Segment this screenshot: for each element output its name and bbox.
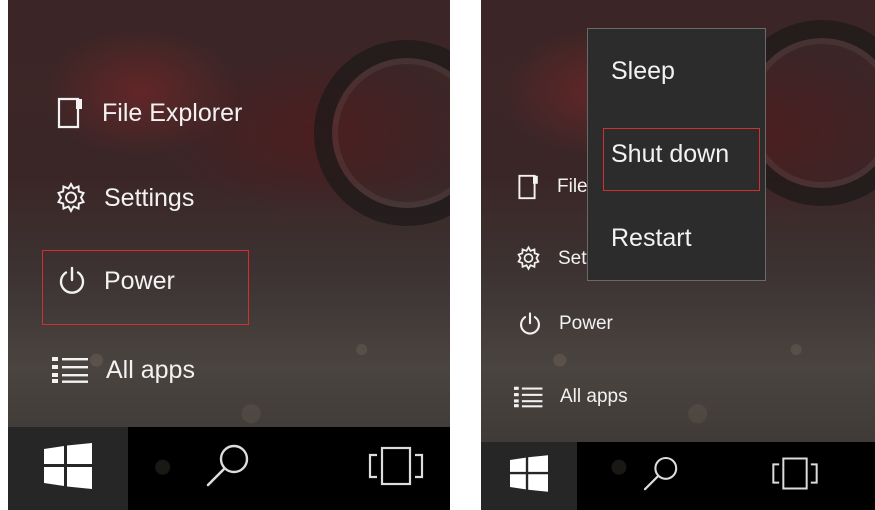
- menu-item-label: All apps: [560, 386, 628, 407]
- background-wheel: [314, 40, 450, 226]
- power-highlight-box: [42, 250, 249, 325]
- taskbar: [481, 442, 875, 510]
- gear-icon: [54, 181, 88, 215]
- list-icon: [52, 355, 90, 385]
- menu-item-label: All apps: [106, 355, 195, 384]
- windows-logo-icon: [44, 443, 92, 494]
- power-option-sleep[interactable]: Sleep: [611, 57, 675, 86]
- task-view-button[interactable]: [763, 442, 827, 510]
- menu-item-label: Settings: [104, 183, 195, 212]
- menu-item-settings[interactable]: Settings: [54, 181, 194, 215]
- search-icon: [203, 441, 253, 496]
- power-option-restart[interactable]: Restart: [611, 224, 692, 253]
- menu-item-all-apps[interactable]: All apps: [52, 355, 195, 385]
- taskbar: [8, 427, 450, 510]
- search-button[interactable]: [193, 427, 263, 510]
- gear-icon: [515, 245, 542, 272]
- start-menu-left: File Explorer Settings Power All apps: [8, 0, 450, 510]
- power-option-label: Sleep: [611, 57, 675, 85]
- power-option-label: Restart: [611, 224, 692, 252]
- start-button[interactable]: [8, 427, 128, 510]
- file-explorer-icon: [56, 97, 86, 129]
- task-view-icon: [366, 445, 426, 492]
- power-options-menu: Sleep Shut down Restart: [587, 28, 766, 281]
- menu-item-file-explorer[interactable]: File Explorer: [56, 97, 242, 129]
- menu-item-label: Power: [559, 313, 613, 334]
- shut-down-highlight-box: [603, 128, 760, 191]
- file-explorer-icon: [517, 174, 541, 200]
- menu-item-power[interactable]: Power: [517, 311, 613, 337]
- menu-item-all-apps[interactable]: All apps: [514, 385, 628, 409]
- task-view-button[interactable]: [358, 427, 433, 510]
- search-icon: [641, 454, 681, 499]
- task-view-icon: [770, 456, 820, 496]
- list-icon: [514, 385, 544, 409]
- search-button[interactable]: [631, 442, 691, 510]
- start-menu-right: File Explorer Settings Power: [481, 0, 875, 510]
- menu-item-label: File Explorer: [102, 98, 243, 127]
- start-button[interactable]: [481, 442, 577, 510]
- windows-logo-icon: [510, 455, 548, 497]
- power-icon: [517, 311, 543, 337]
